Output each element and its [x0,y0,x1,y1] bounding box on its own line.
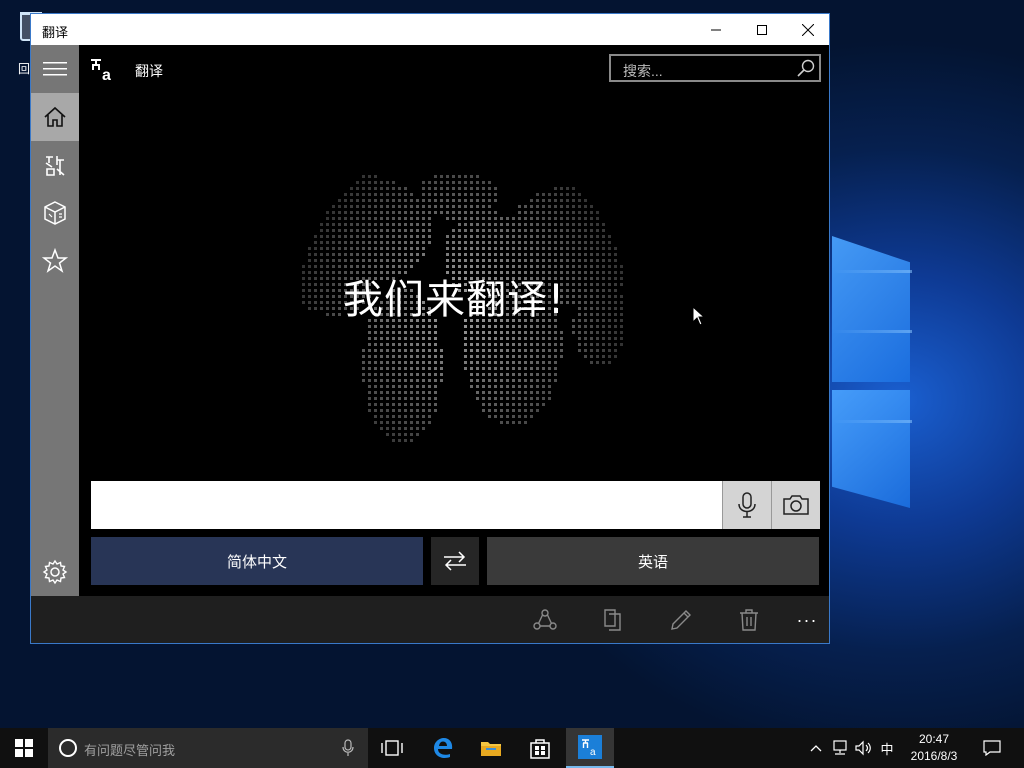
sidebar-item-conversation[interactable] [31,189,79,237]
volume-button[interactable] [852,728,876,768]
microphone-icon[interactable] [342,739,354,757]
app-name: 翻译 [135,63,163,79]
windows-logo-pane-top [832,236,910,382]
cortana-search-placeholder: 有问题尽管问我 [84,743,176,758]
light-beam [832,330,912,333]
edit-button[interactable] [667,606,695,634]
target-language-selector[interactable]: 英语 [487,537,819,585]
notification-icon [983,740,1001,756]
maximize-icon [757,24,767,35]
network-icon [833,740,847,755]
light-beam [832,420,912,423]
action-center-button[interactable] [978,728,1006,768]
network-button[interactable] [828,728,852,768]
store-icon [530,739,550,759]
ime-indicator[interactable]: 中 [876,728,898,768]
sidebar-item-phrasebook[interactable] [31,141,79,189]
task-view-button[interactable] [368,728,416,768]
camera-icon [783,495,809,515]
chevron-up-icon [810,745,822,752]
source-language-selector[interactable]: 简体中文 [91,537,423,585]
home-icon [44,106,66,127]
svg-text:a: a [590,747,596,758]
translator-taskbar-button[interactable]: a [566,728,614,768]
show-hidden-icons-button[interactable] [806,728,826,768]
translation-input[interactable] [91,481,722,529]
window-title: 翻译 [42,25,69,40]
translator-window: 翻译 a 翻译 搜索... 我们来翻译! 简体中文 英语 ··· [30,13,830,644]
recycle-bin-label: 回 [18,62,31,76]
settings-button[interactable] [31,548,79,596]
swap-languages-button[interactable] [431,537,479,585]
cube-icon [44,201,66,225]
folder-icon [481,742,501,756]
search-box[interactable]: 搜索... [609,54,821,82]
store-button[interactable] [516,728,564,768]
file-explorer-button[interactable] [467,728,515,768]
clock-time: 20:47 [918,732,950,746]
delete-button[interactable] [735,606,763,634]
microphone-button[interactable] [722,481,771,529]
target-language-label: 英语 [637,553,668,571]
gear-icon [42,559,68,585]
sidebar-item-home[interactable] [31,93,79,141]
taskbar: 有问题尽管问我 a 中 20:47 2016/8/3 [0,728,1024,768]
camera-button[interactable] [771,481,820,529]
minimize-icon [711,29,721,30]
navigation-sidebar [31,45,79,596]
clock-date: 2016/8/3 [910,749,958,763]
windows-logo-pane-bottom [832,390,910,508]
search-placeholder: 搜索... [623,63,663,79]
hamburger-icon [43,62,67,76]
copy-button[interactable] [599,606,627,634]
minimize-button[interactable] [693,14,739,45]
share-icon [533,609,557,630]
search-icon[interactable] [797,59,815,77]
light-beam [832,270,912,273]
start-button[interactable] [0,728,48,768]
speaker-icon [855,740,871,756]
share-button[interactable] [531,606,559,634]
hamburger-menu-button[interactable] [31,45,79,93]
app-header: a 翻译 搜索... [79,45,829,93]
microphone-icon [738,492,756,518]
source-language-label: 简体中文 [226,553,287,571]
headline: 我们来翻译! [342,277,566,323]
translator-logo-icon: a [89,56,115,84]
cortana-search-box[interactable]: 有问题尽管问我 [48,728,368,768]
copy-icon [604,609,621,631]
mouse-cursor-icon [692,306,706,326]
edge-browser-button[interactable] [419,728,467,768]
star-icon [42,248,68,273]
sidebar-item-favorites[interactable] [31,237,79,285]
clock[interactable]: 20:47 2016/8/3 [902,731,966,765]
more-options-button[interactable]: ··· [793,606,821,634]
translator-app-icon: a [578,735,602,759]
maximize-button[interactable] [739,14,785,45]
swap-icon [444,551,466,571]
close-icon [802,23,814,36]
cortana-icon [59,739,77,757]
svg-text:a: a [102,67,111,84]
delete-icon [740,609,758,631]
close-button[interactable] [785,14,831,45]
edit-icon [671,610,691,630]
phrasebook-icon [45,156,65,176]
edge-icon [434,738,453,758]
command-bar: ··· [31,596,829,643]
windows-logo-icon [15,739,33,757]
task-view-icon [381,740,403,756]
title-bar[interactable]: 翻译 [31,14,829,45]
